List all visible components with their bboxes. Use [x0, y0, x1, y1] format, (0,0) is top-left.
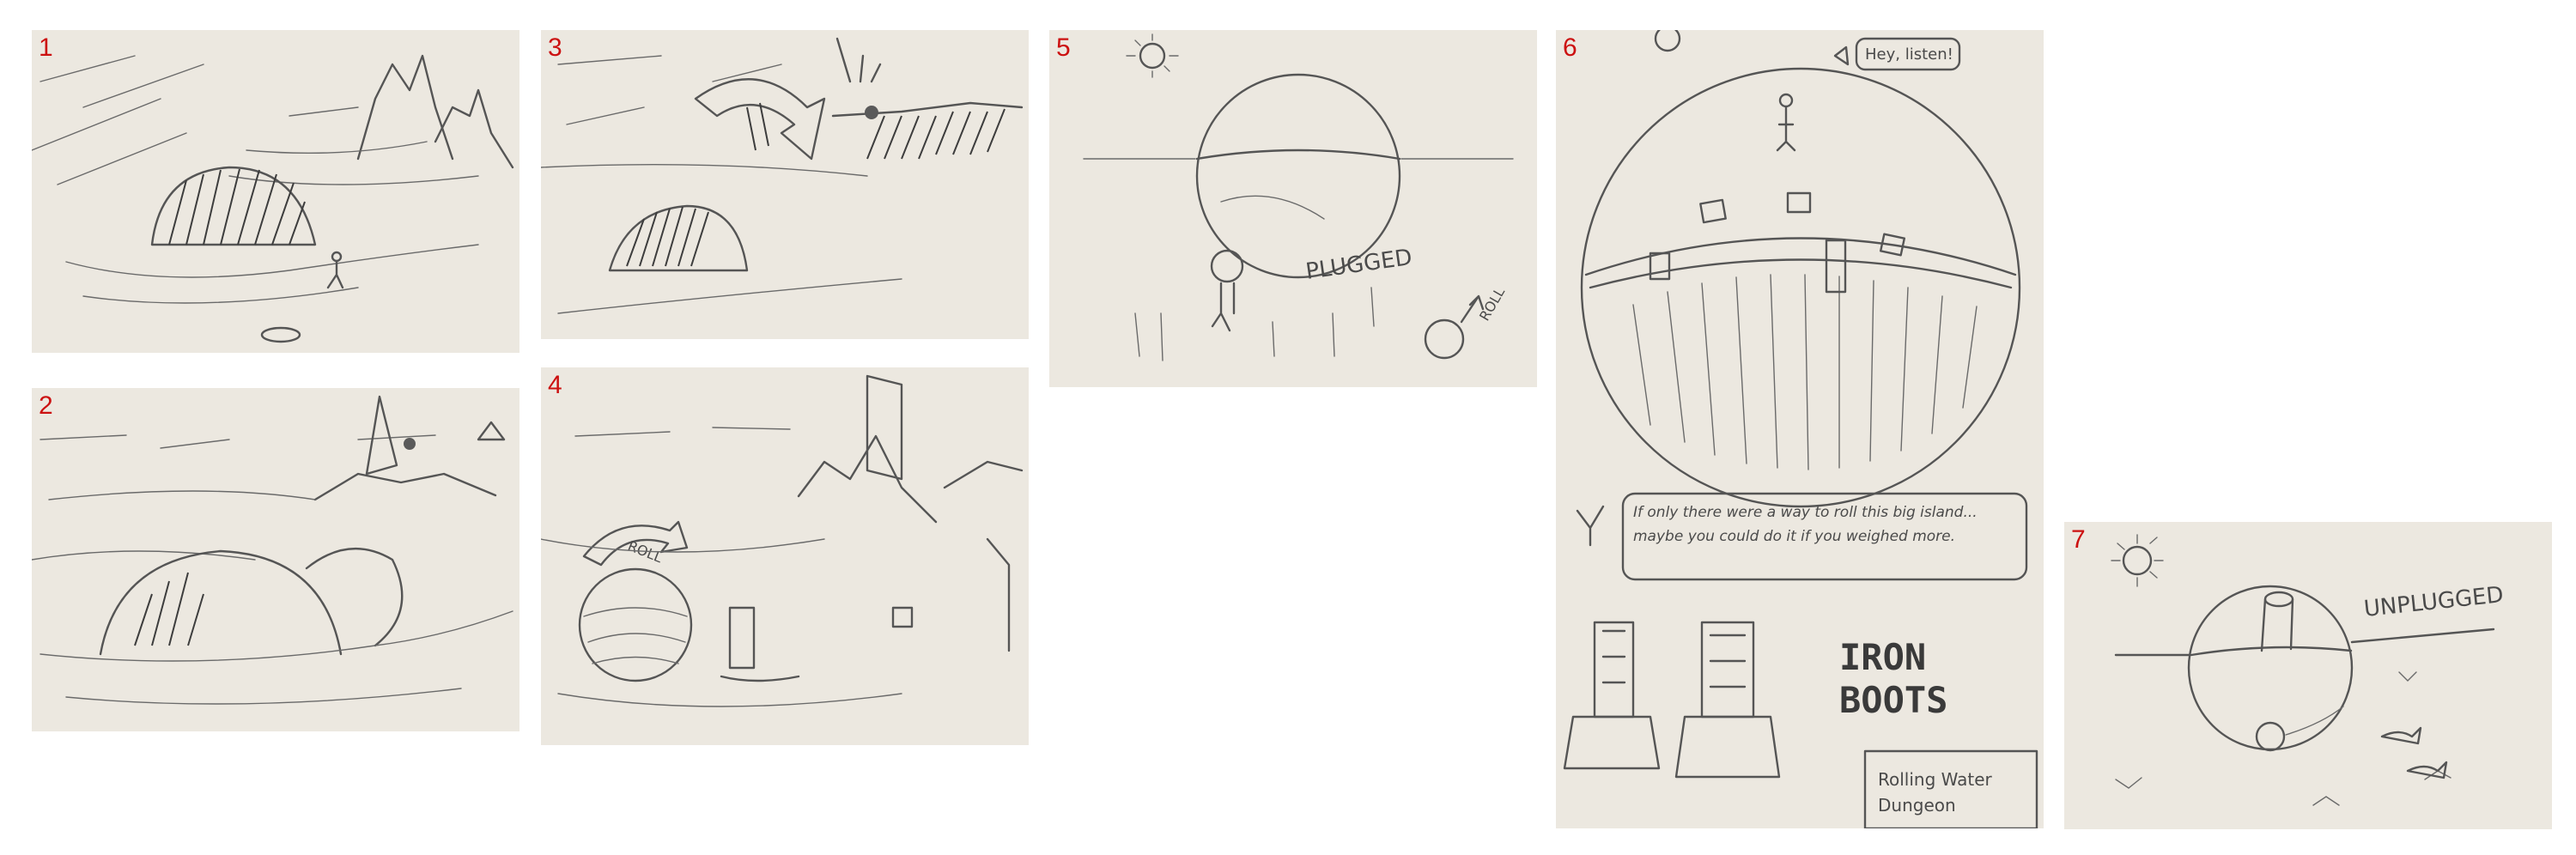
panel-number: 2 [39, 391, 53, 420]
sketch-rolled-sphere-tower: ROLL [541, 374, 1024, 707]
sketch-dome-rolling-island [32, 395, 513, 705]
storyboard-panel-4: ROLL 4 [541, 367, 1029, 745]
unplugged-label: UNPLUGGED [2363, 582, 2505, 622]
sketch-island-dome-shore [32, 54, 514, 343]
panel-number: 6 [1563, 33, 1577, 62]
panel-number: 5 [1056, 33, 1071, 62]
panel-number: 3 [548, 33, 562, 62]
sign-line-1: Rolling Water [1878, 769, 1993, 790]
sketch-plugged-sphere: PLUGGED ROLL [1083, 33, 1514, 361]
storyboard-panel-7: UNPLUGGED 7 [2064, 522, 2552, 829]
storyboard-panel-6: Hey, listen! If only there were a way to… [1556, 30, 2044, 828]
panel-number: 4 [548, 371, 562, 399]
speech-bubble-top: Hey, listen! [1865, 45, 1953, 64]
storyboard-panel-1: 1 [32, 30, 519, 353]
sketch-island-sphere-iron-boots: Hey, listen! If only there were a way to… [1563, 30, 2038, 828]
item-title-line-1: IRON [1839, 636, 1926, 678]
item-title-line-2: BOOTS [1839, 679, 1947, 721]
hint-speech-bubble: If only there were a way to roll this bi… [1633, 504, 1978, 545]
storyboard-panel-3: 3 [541, 30, 1029, 339]
storyboard-panel-5: PLUGGED ROLL 5 [1049, 30, 1537, 387]
sketch-dome-arrow-cliff [541, 37, 1024, 314]
panel-number: 1 [39, 33, 53, 62]
plugged-label: PLUGGED [1304, 245, 1414, 285]
panel-number: 7 [2071, 525, 2086, 554]
sketch-unplugged-sphere: UNPLUGGED [2111, 534, 2505, 806]
storyboard-panel-2: 2 [32, 388, 519, 731]
sign-line-2: Dungeon [1878, 795, 1956, 816]
